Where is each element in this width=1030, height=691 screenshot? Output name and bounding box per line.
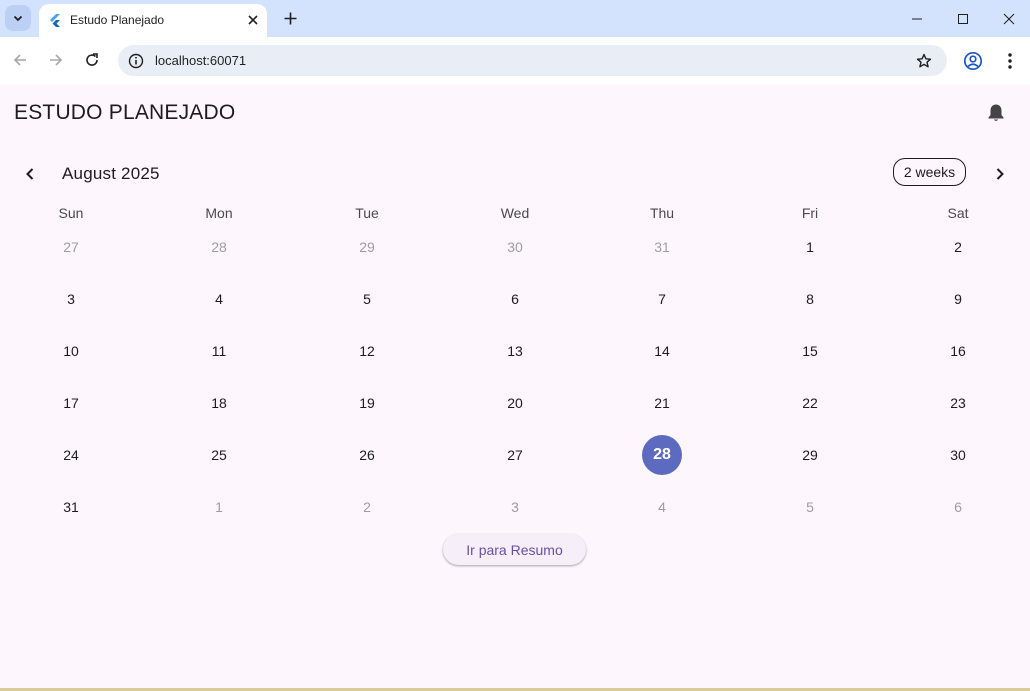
- calendar-day[interactable]: 31: [51, 487, 91, 527]
- tab-search-button[interactable]: [5, 5, 31, 31]
- calendar-day[interactable]: 2: [347, 487, 387, 527]
- calendar-day[interactable]: 3: [495, 487, 535, 527]
- calendar-day[interactable]: 8: [790, 279, 830, 319]
- tab-title: Estudo Planejado: [70, 13, 165, 27]
- calendar-day[interactable]: 6: [495, 279, 535, 319]
- plus-icon: [284, 12, 296, 24]
- reload-button[interactable]: [78, 46, 106, 74]
- calendar-day[interactable]: 30: [495, 227, 535, 267]
- close-icon: [1003, 13, 1015, 24]
- back-button[interactable]: [6, 46, 34, 74]
- reload-icon: [86, 53, 98, 66]
- weekday-label: Fri: [801, 205, 819, 221]
- calendar-day[interactable]: 1: [199, 487, 239, 527]
- app-page: ESTUDO PLANEJADO August 2025 2 weeks Sun…: [0, 85, 1030, 691]
- browser-tab[interactable]: Estudo Planejado: [39, 4, 267, 37]
- weekday-label: Thu: [649, 205, 675, 221]
- info-icon: [128, 53, 143, 68]
- bookmark-button[interactable]: [913, 50, 935, 72]
- weekday-label: Sat: [947, 205, 969, 221]
- calendar-day[interactable]: 31: [642, 227, 682, 267]
- calendar-day[interactable]: 28: [199, 227, 239, 267]
- maximize-button[interactable]: [940, 0, 986, 37]
- tab-close-button[interactable]: [245, 12, 261, 28]
- browser-toolbar: localhost:60071: [0, 37, 1030, 86]
- calendar-day[interactable]: 12: [347, 331, 387, 371]
- calendar-day[interactable]: 22: [790, 383, 830, 423]
- weekday-label: Mon: [205, 205, 233, 221]
- minimize-icon: [912, 18, 922, 19]
- calendar-day[interactable]: 6: [938, 487, 978, 527]
- calendar-format-button[interactable]: 2 weeks: [893, 158, 966, 186]
- browser-menu-button[interactable]: [998, 49, 1022, 73]
- calendar-day[interactable]: 25: [199, 435, 239, 475]
- calendar-day[interactable]: 29: [347, 227, 387, 267]
- weekday-label: Tue: [355, 205, 379, 221]
- calendar-day[interactable]: 11: [199, 331, 239, 371]
- calendar-day-today[interactable]: 28: [642, 435, 682, 475]
- notifications-bell-icon[interactable]: [985, 102, 1007, 124]
- profile-button[interactable]: [961, 49, 985, 73]
- calendar-day[interactable]: 4: [199, 279, 239, 319]
- calendar-day[interactable]: 9: [938, 279, 978, 319]
- calendar-day[interactable]: 14: [642, 331, 682, 371]
- calendar-day[interactable]: 5: [347, 279, 387, 319]
- calendar-day[interactable]: 4: [642, 487, 682, 527]
- calendar-day[interactable]: 27: [495, 435, 535, 475]
- chevron-left-icon: [26, 168, 34, 180]
- calendar-day[interactable]: 29: [790, 435, 830, 475]
- close-icon: [248, 15, 258, 25]
- more-vertical-icon: [1008, 53, 1012, 69]
- calendar-day[interactable]: 19: [347, 383, 387, 423]
- chevron-down-icon: [13, 15, 23, 22]
- browser-tab-bar: Estudo Planejado: [0, 0, 1030, 37]
- calendar-day[interactable]: 17: [51, 383, 91, 423]
- address-bar[interactable]: localhost:60071: [118, 45, 947, 76]
- calendar-day[interactable]: 13: [495, 331, 535, 371]
- calendar-day[interactable]: 24: [51, 435, 91, 475]
- calendar-day[interactable]: 26: [347, 435, 387, 475]
- calendar-day[interactable]: 16: [938, 331, 978, 371]
- calendar-day[interactable]: 23: [938, 383, 978, 423]
- weekday-label: Sun: [58, 205, 84, 221]
- calendar-day[interactable]: 21: [642, 383, 682, 423]
- next-month-button[interactable]: [988, 162, 1012, 186]
- url-text: localhost:60071: [155, 53, 247, 68]
- calendar-day[interactable]: 2: [938, 227, 978, 267]
- calendar-day[interactable]: 7: [642, 279, 682, 319]
- site-info-button[interactable]: [126, 51, 145, 70]
- go-to-summary-button[interactable]: Ir para Resumo: [443, 534, 586, 565]
- page-title: ESTUDO PLANEJADO: [14, 101, 236, 124]
- arrow-right-icon: [50, 54, 63, 66]
- calendar-day[interactable]: 5: [790, 487, 830, 527]
- calendar-day[interactable]: 20: [495, 383, 535, 423]
- minimize-button[interactable]: [894, 0, 940, 37]
- weekday-header: Sun Mon Tue Wed Thu Fri Sat: [0, 205, 1030, 225]
- account-icon: [963, 51, 983, 71]
- calendar-day[interactable]: 27: [51, 227, 91, 267]
- calendar-day[interactable]: 10: [51, 331, 91, 371]
- calendar-day[interactable]: 3: [51, 279, 91, 319]
- new-tab-button[interactable]: [279, 7, 301, 29]
- calendar-day[interactable]: 1: [790, 227, 830, 267]
- flutter-icon: [50, 14, 60, 27]
- maximize-icon: [958, 13, 968, 24]
- window-close-button[interactable]: [986, 0, 1030, 37]
- calendar-day[interactable]: 30: [938, 435, 978, 475]
- calendar-month-title: August 2025: [62, 164, 160, 183]
- weekday-label: Wed: [500, 205, 530, 221]
- previous-month-button[interactable]: [18, 162, 42, 186]
- forward-button[interactable]: [42, 46, 70, 74]
- calendar-day[interactable]: 15: [790, 331, 830, 371]
- calendar-day[interactable]: 18: [199, 383, 239, 423]
- arrow-left-icon: [13, 54, 26, 66]
- chevron-right-icon: [996, 168, 1004, 180]
- star-icon: [916, 53, 932, 68]
